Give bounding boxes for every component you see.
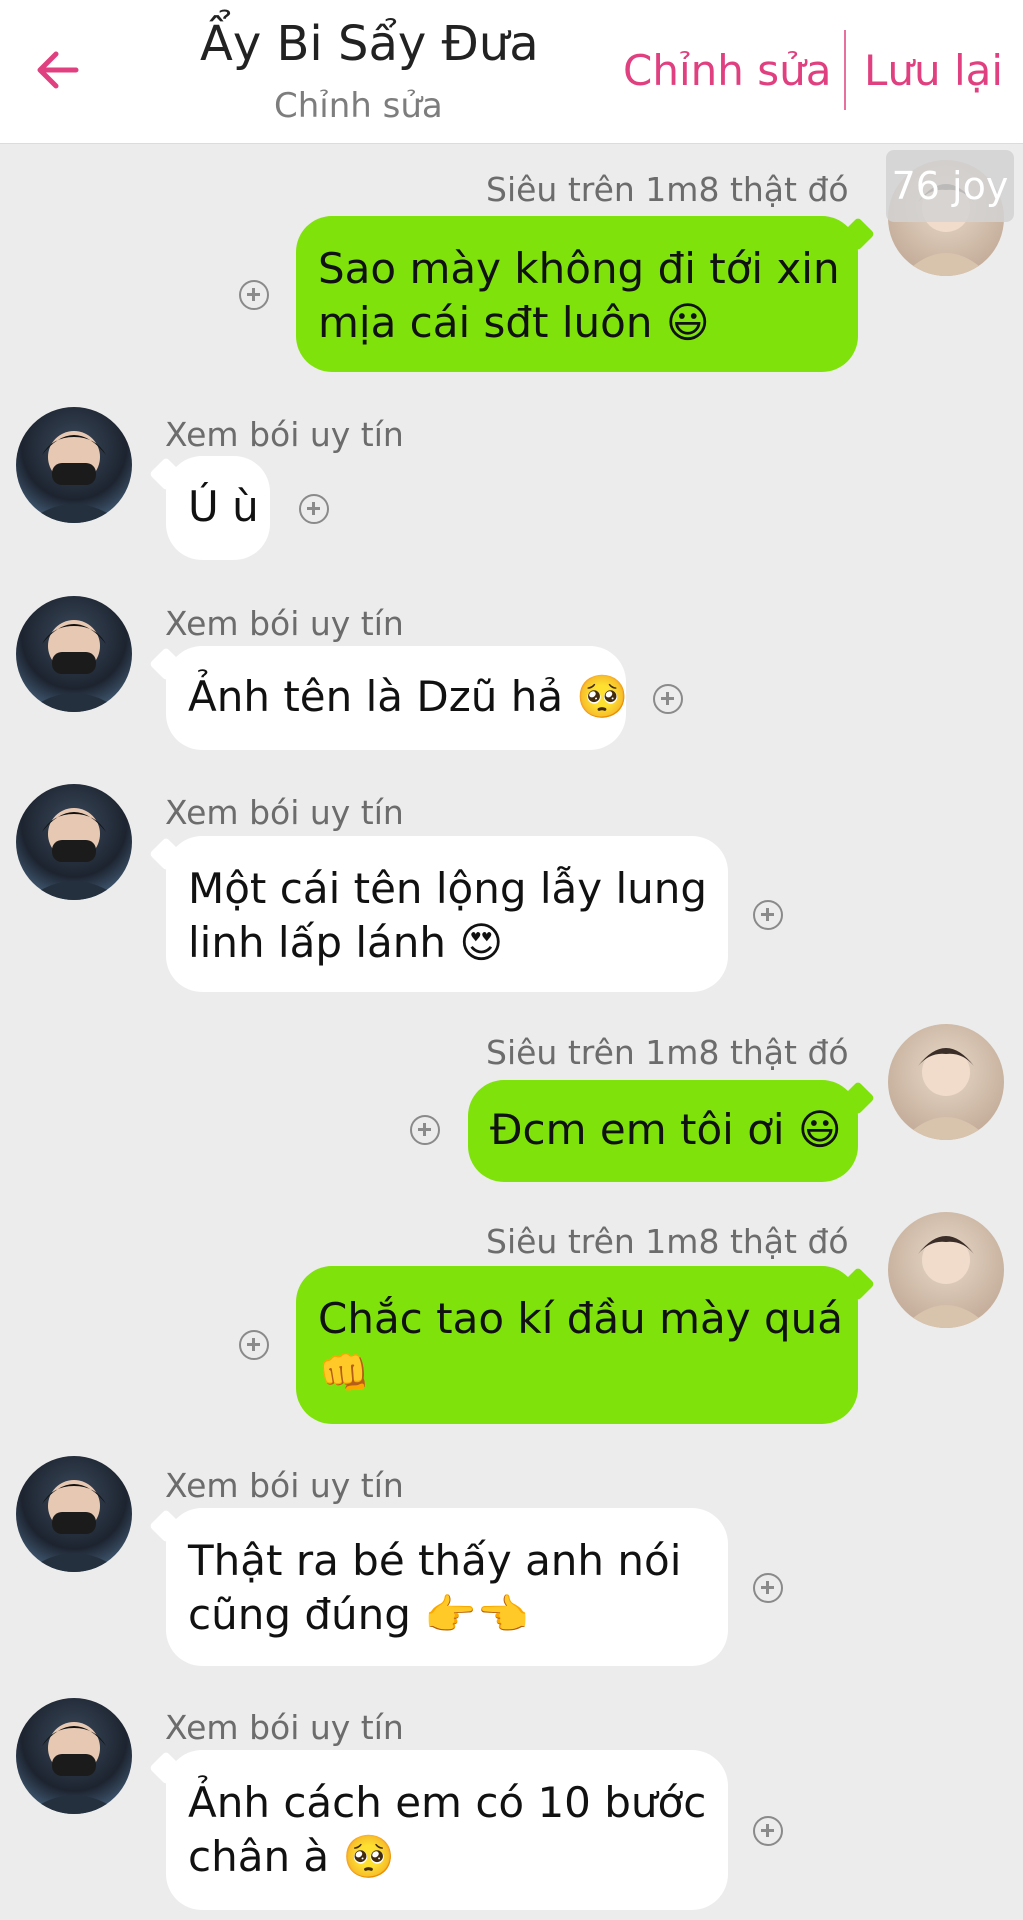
add-reaction-icon[interactable]	[239, 280, 269, 310]
sender-name: Xem bói uy tín	[165, 1466, 404, 1505]
sender-name: Siêu trên 1m8 thật đó	[486, 1033, 849, 1072]
avatar[interactable]	[16, 596, 132, 712]
message-bubble[interactable]: Chắc tao kí đầu mày quá 👊	[296, 1266, 858, 1424]
sender-name: Xem bói uy tín	[165, 793, 404, 832]
back-arrow-icon[interactable]	[32, 44, 84, 96]
add-reaction-icon[interactable]	[410, 1115, 440, 1145]
message-text-line: Ảnh tên là Dzũ hả 🥺	[188, 672, 629, 721]
add-reaction-icon[interactable]	[753, 1573, 783, 1603]
message-text-line: cũng đúng 👉👈	[188, 1590, 529, 1639]
message-text-line: chân à 🥺	[188, 1832, 395, 1881]
message-bubble[interactable]: Một cái tên lộng lẫy lung linh lấp lánh …	[166, 836, 728, 992]
sender-name: Xem bói uy tín	[165, 1708, 404, 1747]
message-text-line: Ú ù	[188, 482, 259, 531]
message-text-line: Ảnh cách em có 10 bước	[188, 1778, 707, 1827]
message-text-line: Chắc tao kí đầu mày quá	[318, 1294, 843, 1343]
message-text-line: Đcm em tôi ơi 😃	[490, 1105, 842, 1154]
chat-subtitle: Chỉnh sửa	[274, 86, 443, 126]
sender-name: Xem bói uy tín	[165, 604, 404, 643]
message-bubble[interactable]: Sao mày không đi tới xin mịa cái sđt luô…	[296, 216, 858, 372]
message-bubble[interactable]: Đcm em tôi ơi 😃	[468, 1080, 858, 1182]
save-button[interactable]: Lưu lại	[864, 46, 1003, 95]
avatar[interactable]	[16, 1698, 132, 1814]
message-text-line: Thật ra bé thấy anh nói	[188, 1536, 682, 1585]
add-reaction-icon[interactable]	[753, 900, 783, 930]
message-bubble[interactable]: Thật ra bé thấy anh nói cũng đúng 👉👈	[166, 1508, 728, 1666]
add-reaction-icon[interactable]	[299, 494, 329, 524]
edit-button[interactable]: Chỉnh sửa	[623, 46, 831, 95]
header-divider	[844, 30, 846, 110]
add-reaction-icon[interactable]	[653, 684, 683, 714]
message-text-line: mịa cái sđt luôn 😃	[318, 298, 710, 347]
message-text-line: 👊	[318, 1348, 371, 1397]
avatar[interactable]	[888, 1024, 1004, 1140]
sender-name: Xem bói uy tín	[165, 415, 404, 454]
message-bubble[interactable]: Ảnh tên là Dzũ hả 🥺	[166, 646, 629, 750]
sender-name: Siêu trên 1m8 thật đó	[486, 1222, 849, 1261]
add-reaction-icon[interactable]	[753, 1816, 783, 1846]
avatar[interactable]	[16, 1456, 132, 1572]
message-text-line: linh lấp lánh 😍	[188, 918, 504, 967]
message-text-line: Sao mày không đi tới xin	[318, 244, 840, 293]
avatar[interactable]	[16, 407, 132, 523]
message-bubble[interactable]: Ú ù	[166, 456, 270, 560]
message-text-line: Một cái tên lộng lẫy lung	[188, 864, 708, 913]
avatar[interactable]	[16, 784, 132, 900]
message-bubble[interactable]: Ảnh cách em có 10 bước chân à 🥺	[166, 1750, 728, 1910]
chat-header: Ẩy Bi Sẩy Đưa Chỉnh sửa Chỉnh sửa Lưu lạ…	[0, 0, 1023, 144]
add-reaction-icon[interactable]	[239, 1330, 269, 1360]
avatar[interactable]	[888, 1212, 1004, 1328]
sender-name: Siêu trên 1m8 thật đó	[486, 170, 849, 209]
chat-title: Ẩy Bi Sẩy Đưa	[200, 16, 539, 72]
watermark: 76 joy	[886, 150, 1014, 222]
